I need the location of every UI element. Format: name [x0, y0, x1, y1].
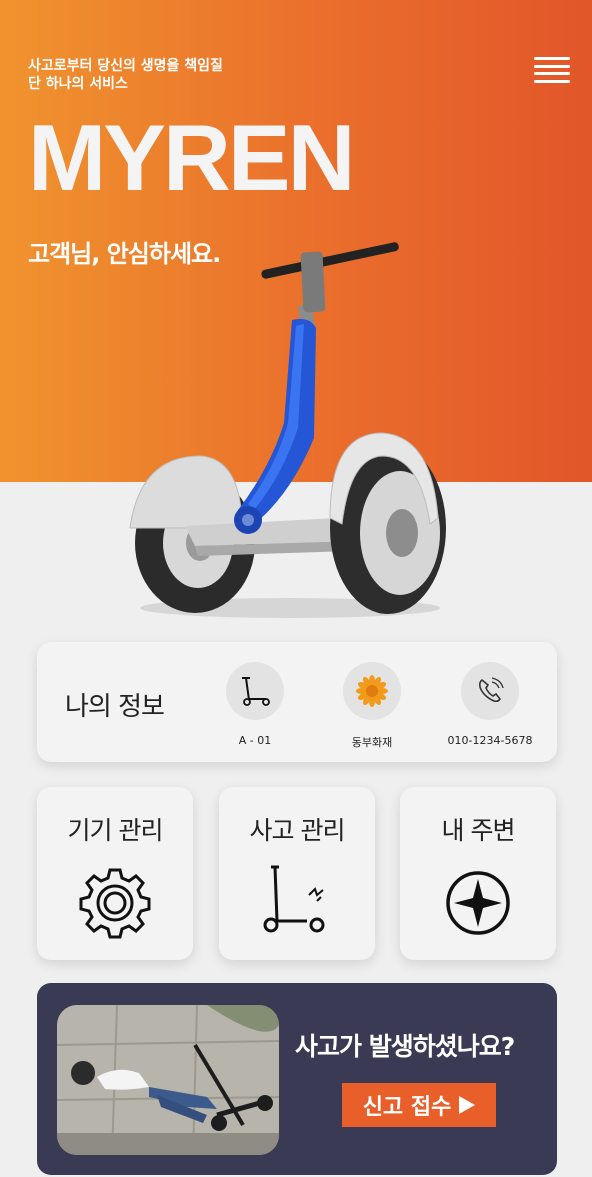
hamburger-menu-icon[interactable] — [534, 57, 570, 83]
scooter-crash-icon — [263, 865, 325, 933]
segway-image — [129, 242, 446, 618]
nearby-label: 내 주변 — [441, 816, 516, 845]
phone-icon — [461, 662, 519, 720]
compass-icon — [446, 871, 510, 935]
report-accident-button[interactable]: 신고 접수 — [342, 1083, 496, 1127]
tagline: 사고로부터 당신의 생명을 책임질 단 하나의 서비스 — [28, 58, 223, 92]
accident-question: 사고가 발생하셨나요? — [295, 1032, 515, 1061]
gear-icon — [79, 868, 151, 939]
my-info-card[interactable]: 나의 정보 A - 01 동부화재 010-1234-5678 — [37, 642, 557, 762]
accident-photo — [57, 1005, 279, 1155]
nearby-button[interactable]: 내 주변 — [400, 787, 556, 960]
device-id-caption: A - 01 — [238, 734, 272, 747]
phone-item: 010-1234-5678 — [435, 662, 545, 747]
accident-management-button[interactable]: 사고 관리 — [219, 787, 375, 960]
accident-report-banner: 사고가 발생하셨나요? 신고 접수 — [37, 983, 557, 1175]
accident-management-label: 사고 관리 — [249, 816, 346, 845]
device-management-button[interactable]: 기기 관리 — [37, 787, 193, 960]
play-arrow-icon — [459, 1096, 476, 1114]
insurer-caption: 동부화재 — [351, 736, 393, 749]
sunflower-icon — [343, 662, 401, 720]
brand-title: MYREN — [28, 105, 355, 210]
device-id-item: A - 01 — [200, 662, 310, 747]
report-button-label: 신고 접수 — [362, 1095, 452, 1120]
device-management-label: 기기 관리 — [67, 816, 164, 845]
phone-caption: 010-1234-5678 — [447, 734, 533, 747]
my-info-title: 나의 정보 — [65, 692, 165, 722]
kick-scooter-icon — [226, 662, 284, 720]
insurer-item: 동부화재 — [317, 662, 427, 750]
